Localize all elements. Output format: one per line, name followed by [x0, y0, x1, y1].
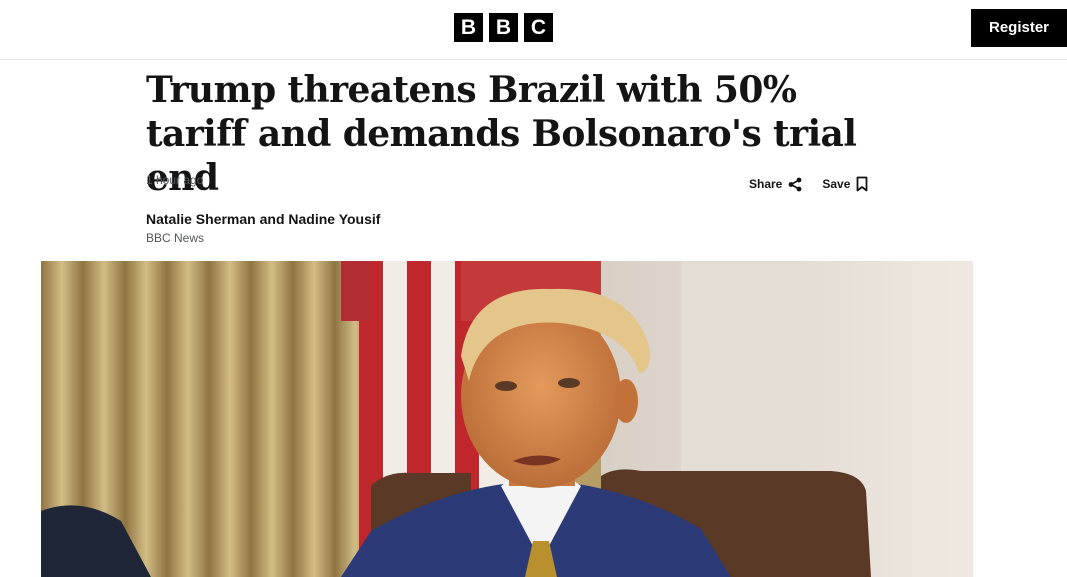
article-actions: Share Save: [749, 176, 868, 192]
site-header: B B C Register: [0, 0, 1067, 60]
bookmark-icon: [856, 176, 868, 192]
register-button[interactable]: Register: [971, 9, 1067, 47]
byline-source: BBC News: [146, 231, 205, 245]
article-byline: Natalie Sherman and Nadine Yousif BBC Ne…: [146, 210, 380, 246]
share-icon: [788, 177, 802, 192]
article-timestamp: 1 hour ago: [146, 173, 204, 187]
bbc-logo-letter: B: [454, 13, 483, 42]
save-label: Save: [822, 177, 851, 191]
bbc-logo-letter: C: [524, 13, 553, 42]
hero-image: [41, 261, 973, 577]
bbc-logo-letter: B: [489, 13, 518, 42]
bbc-logo[interactable]: B B C: [454, 13, 553, 42]
share-label: Share: [749, 177, 783, 191]
share-button[interactable]: Share: [749, 177, 802, 192]
byline-authors: Natalie Sherman and Nadine Yousif: [146, 211, 381, 227]
save-button[interactable]: Save: [822, 176, 868, 192]
